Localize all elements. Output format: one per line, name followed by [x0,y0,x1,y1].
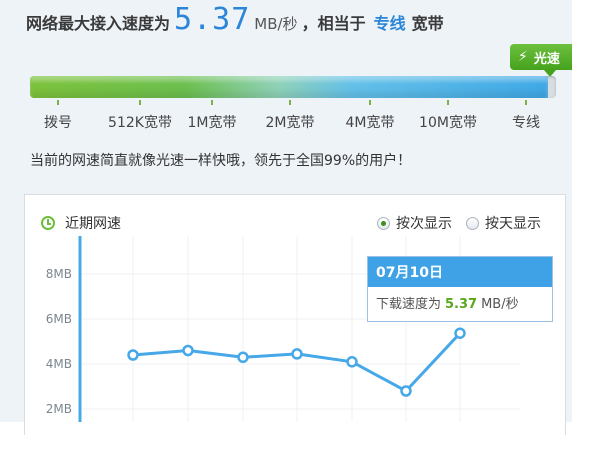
y-tick-label: 8MB [46,267,72,281]
speed-data-point[interactable] [237,351,249,364]
tooltip-value: 5.37 [445,297,478,312]
tooltip-date: 07月10日 [368,257,552,287]
speed-data-point[interactable] [346,356,358,368]
speed-data-point[interactable] [127,349,139,361]
tooltip-label: 下载速度为 [376,297,442,312]
y-tick-label: 6MB [46,312,72,326]
y-tick-label: 2MB [46,402,72,416]
speed-data-point[interactable] [291,348,303,360]
tooltip-unit: MB/秒 [481,297,519,312]
speed-data-point[interactable] [182,344,194,357]
speed-history-chart: 8MB 6MB 4MB 2MB [46,236,520,422]
y-tick-label: 4MB [46,357,72,371]
speed-data-point[interactable] [454,327,466,339]
tooltip-body: 下载速度为 5.37 MB/秒 [368,287,552,318]
speed-tooltip: 07月10日 下载速度为 5.37 MB/秒 [367,256,553,322]
speed-data-point[interactable] [400,385,412,397]
